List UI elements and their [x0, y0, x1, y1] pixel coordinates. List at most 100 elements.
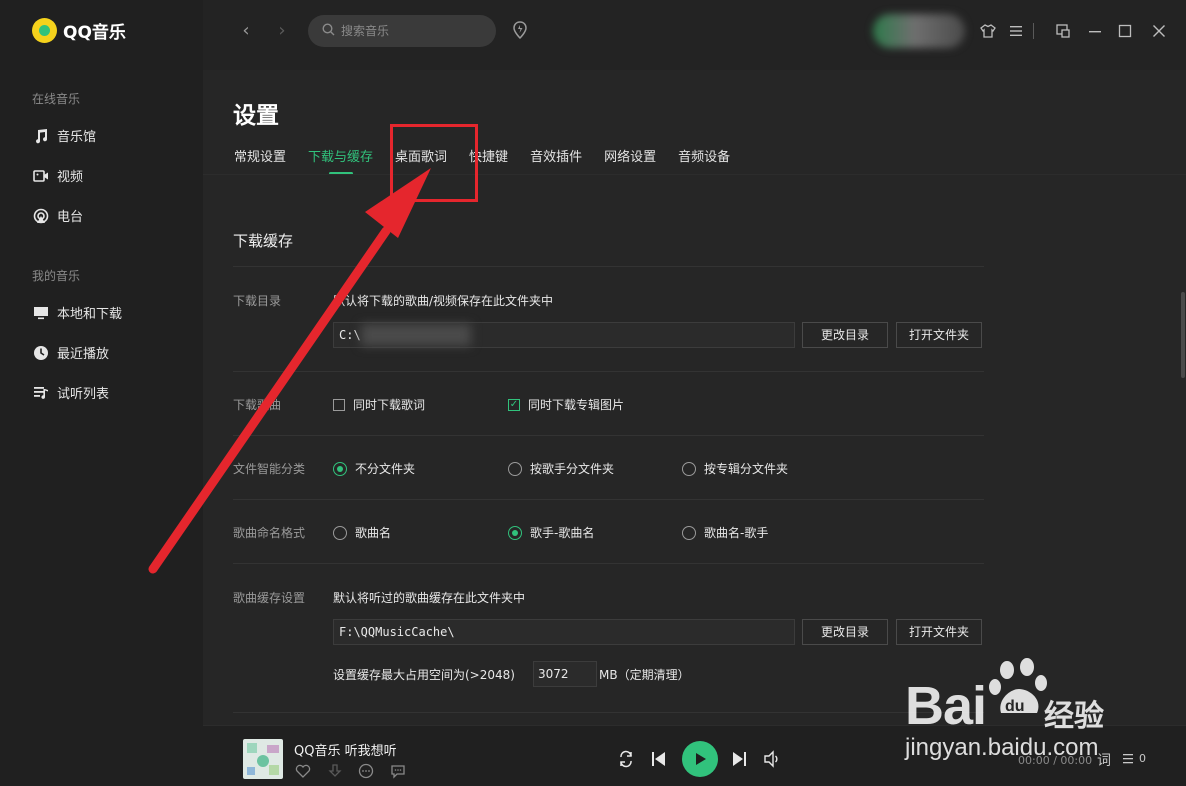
sidebar-item-music-hall[interactable]: 音乐馆	[32, 126, 96, 145]
watermark-logo: Bai	[905, 676, 987, 736]
svg-text:du: du	[1005, 698, 1025, 715]
radio-song-artist[interactable]: 歌曲名-歌手	[682, 524, 768, 541]
naming-format-label: 歌曲命名格式	[233, 526, 306, 540]
cache-size-label: 设置缓存最大占用空间为(>2048)	[333, 668, 515, 682]
download-album-art-checkbox[interactable]: ✓ 同时下载专辑图片	[508, 396, 624, 413]
change-cache-dir-button[interactable]: 更改目录	[802, 619, 888, 645]
divider	[203, 174, 1186, 175]
cache-dir-field[interactable]: F:\QQMusicCache\	[333, 619, 795, 645]
sidebar-item-label: 电台	[57, 210, 84, 225]
radio-no-folder[interactable]: 不分文件夹	[333, 460, 415, 477]
scrollbar[interactable]	[1181, 292, 1185, 378]
maximize-icon[interactable]	[1115, 21, 1135, 41]
app-name: QQ音乐	[63, 23, 126, 43]
open-cache-folder-button[interactable]: 打开文件夹	[896, 619, 982, 645]
radio-unselected-icon	[333, 525, 347, 540]
heart-icon[interactable]	[294, 762, 312, 780]
radio-selected-icon	[333, 461, 347, 476]
sidebar-item-recent[interactable]: 最近播放	[32, 343, 109, 362]
skin-icon[interactable]	[978, 21, 998, 41]
tab-network[interactable]: 网络设置	[604, 146, 656, 165]
song-title: QQ音乐 听我想听	[294, 744, 397, 759]
playlist-icon	[32, 384, 49, 401]
radio-unselected-icon	[508, 461, 522, 476]
change-download-dir-button[interactable]: 更改目录	[802, 322, 888, 348]
loop-icon[interactable]	[616, 749, 636, 769]
next-icon[interactable]	[730, 749, 750, 769]
cache-description: 默认将听过的歌曲缓存在此文件夹中	[333, 591, 526, 605]
radio-icon	[32, 207, 49, 224]
radio-unselected-icon	[682, 461, 696, 476]
settings-tabs: 常规设置 下载与缓存 桌面歌词 快捷键 音效插件 网络设置 音频设备	[234, 146, 752, 175]
menu-icon[interactable]	[1006, 21, 1026, 41]
download-dir-label: 下载目录	[233, 294, 282, 308]
download-song-label: 下载歌曲	[233, 398, 282, 412]
sidebar-item-label: 试听列表	[57, 387, 110, 402]
section-title: 下载缓存	[233, 232, 294, 250]
radio-label: 歌手-歌曲名	[530, 526, 595, 540]
radio-by-artist[interactable]: 按歌手分文件夹	[508, 460, 614, 477]
play-button[interactable]	[682, 741, 718, 777]
sidebar-item-trial-list[interactable]: 试听列表	[32, 383, 109, 402]
more-icon[interactable]	[357, 762, 375, 780]
top-bar: ‹ ›	[203, 0, 1186, 70]
play-icon	[696, 753, 706, 765]
sidebar-item-video[interactable]: 视频	[32, 166, 83, 185]
download-dir-description: 默认将下载的歌曲/视频保存在此文件夹中	[333, 294, 554, 308]
redacted-path	[361, 324, 471, 346]
previous-icon[interactable]	[648, 749, 668, 769]
watermark-text: 经验	[1044, 699, 1104, 734]
search-box[interactable]	[308, 15, 496, 47]
comment-icon[interactable]	[389, 762, 407, 780]
tab-general[interactable]: 常规设置	[234, 146, 286, 165]
cache-settings-label: 歌曲缓存设置	[233, 591, 306, 605]
divider	[233, 499, 984, 500]
checkbox-label: 同时下载专辑图片	[528, 398, 625, 412]
user-avatar[interactable]	[873, 14, 965, 48]
open-download-folder-button[interactable]: 打开文件夹	[896, 322, 982, 348]
divider	[233, 371, 984, 372]
radio-unselected-icon	[682, 525, 696, 540]
cache-size-input[interactable]: 3072	[533, 661, 597, 687]
forward-arrow-icon[interactable]: ›	[271, 20, 293, 42]
radio-label: 不分文件夹	[355, 462, 416, 476]
annotation-highlight-box	[390, 124, 478, 202]
cache-size-unit: MB（定期清理）	[599, 668, 690, 682]
radio-song-name[interactable]: 歌曲名	[333, 524, 391, 541]
radio-label: 歌曲名	[355, 526, 392, 540]
divider	[233, 266, 984, 267]
download-lyrics-checkbox[interactable]: 同时下载歌词	[333, 396, 425, 413]
minimize-icon[interactable]	[1085, 21, 1105, 41]
watermark-url: jingyan.baidu.com	[905, 734, 1099, 761]
radio-selected-icon	[508, 525, 522, 540]
sidebar-item-local-download[interactable]: 本地和下载	[32, 303, 122, 322]
album-cover[interactable]	[243, 739, 283, 779]
divider	[1029, 21, 1039, 41]
sidebar: QQ音乐 在线音乐 音乐馆 视频 电台 我的音乐 本地和下载 最近播放 试听列表	[0, 0, 203, 786]
radio-label: 歌曲名-歌手	[704, 526, 769, 540]
volume-icon[interactable]	[762, 749, 782, 769]
back-arrow-icon[interactable]: ‹	[235, 20, 257, 42]
tab-audio-device[interactable]: 音频设备	[678, 146, 730, 165]
video-icon	[32, 167, 49, 184]
tab-download-cache[interactable]: 下载与缓存	[308, 146, 373, 175]
sidebar-item-radio[interactable]: 电台	[32, 206, 83, 225]
sidebar-item-label: 音乐馆	[57, 130, 97, 145]
close-icon[interactable]	[1149, 21, 1169, 41]
qq-music-logo-icon	[32, 18, 57, 43]
checkbox-checked-icon: ✓	[508, 398, 520, 411]
page-title: 设置	[233, 103, 279, 129]
radio-label: 按歌手分文件夹	[530, 462, 615, 476]
app-logo[interactable]: QQ音乐	[32, 18, 126, 43]
search-input[interactable]	[341, 24, 481, 38]
radio-artist-song[interactable]: 歌手-歌曲名	[508, 524, 594, 541]
music-note-icon	[32, 127, 49, 144]
sidebar-item-label: 最近播放	[57, 347, 110, 362]
tab-audio-effects[interactable]: 音效插件	[530, 146, 582, 165]
mini-mode-icon[interactable]	[1053, 21, 1073, 41]
radio-by-album[interactable]: 按专辑分文件夹	[682, 460, 788, 477]
divider	[233, 712, 984, 713]
voice-search-icon[interactable]	[510, 20, 530, 40]
download-icon[interactable]	[326, 762, 344, 780]
sidebar-item-label: 视频	[57, 170, 84, 185]
